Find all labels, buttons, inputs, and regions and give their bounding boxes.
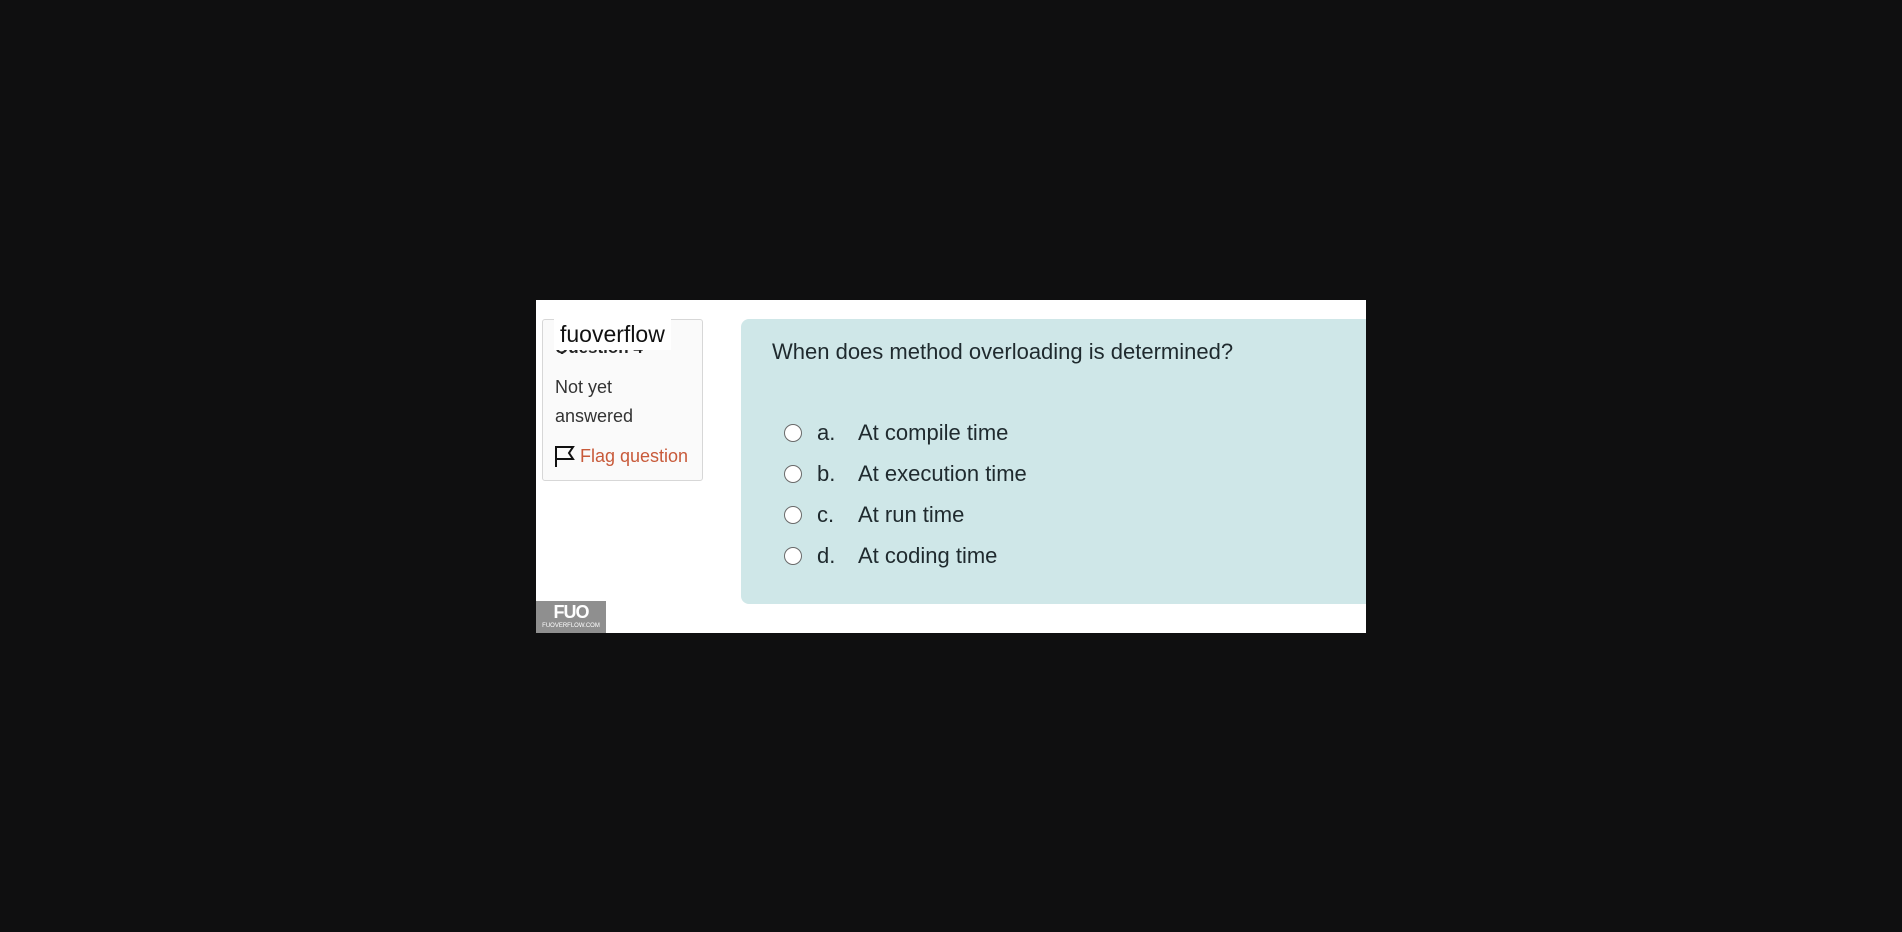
answer-option-a[interactable]: a. At compile time [784, 412, 1027, 453]
answer-list: a. At compile time b. At execution time … [784, 412, 1027, 576]
radio-icon[interactable] [784, 464, 802, 483]
answer-letter: b. [817, 460, 836, 486]
radio-icon[interactable] [784, 505, 802, 524]
answer-text: At coding time [858, 542, 998, 568]
answer-letter: a. [817, 419, 836, 445]
question-content: When does method overloading is determin… [741, 319, 1366, 604]
watermark-label: fuoverflow [554, 318, 671, 350]
radio-icon[interactable] [784, 423, 802, 442]
question-status: Not yet answered [555, 377, 634, 426]
answer-text: At run time [858, 501, 965, 527]
logo-text: FUO [553, 602, 590, 622]
answer-option-d[interactable]: d. At coding time [784, 535, 1027, 576]
answer-option-c[interactable]: c. At run time [784, 494, 1027, 535]
answer-text: At execution time [858, 460, 1027, 486]
answer-letter: c. [817, 501, 835, 527]
answer-letter: d. [817, 542, 836, 568]
question-text: When does method overloading is determin… [772, 339, 1234, 364]
radio-icon[interactable] [784, 546, 802, 565]
screenshot-frame: Question 4 fuoverflow Not yet answered F… [536, 300, 1366, 633]
site-logo: FUO FUOVERFLOW.COM [536, 601, 606, 633]
answer-text: At compile time [858, 419, 1009, 445]
logo-subtext: FUOVERFLOW.COM [542, 623, 600, 629]
flag-question-label: Flag question [580, 445, 689, 466]
flag-question-link[interactable]: Flag question [553, 444, 688, 468]
flag-icon [553, 444, 577, 468]
answer-option-b[interactable]: b. At execution time [784, 453, 1027, 494]
question-info-box: Question 4 fuoverflow Not yet answered F… [542, 318, 703, 481]
